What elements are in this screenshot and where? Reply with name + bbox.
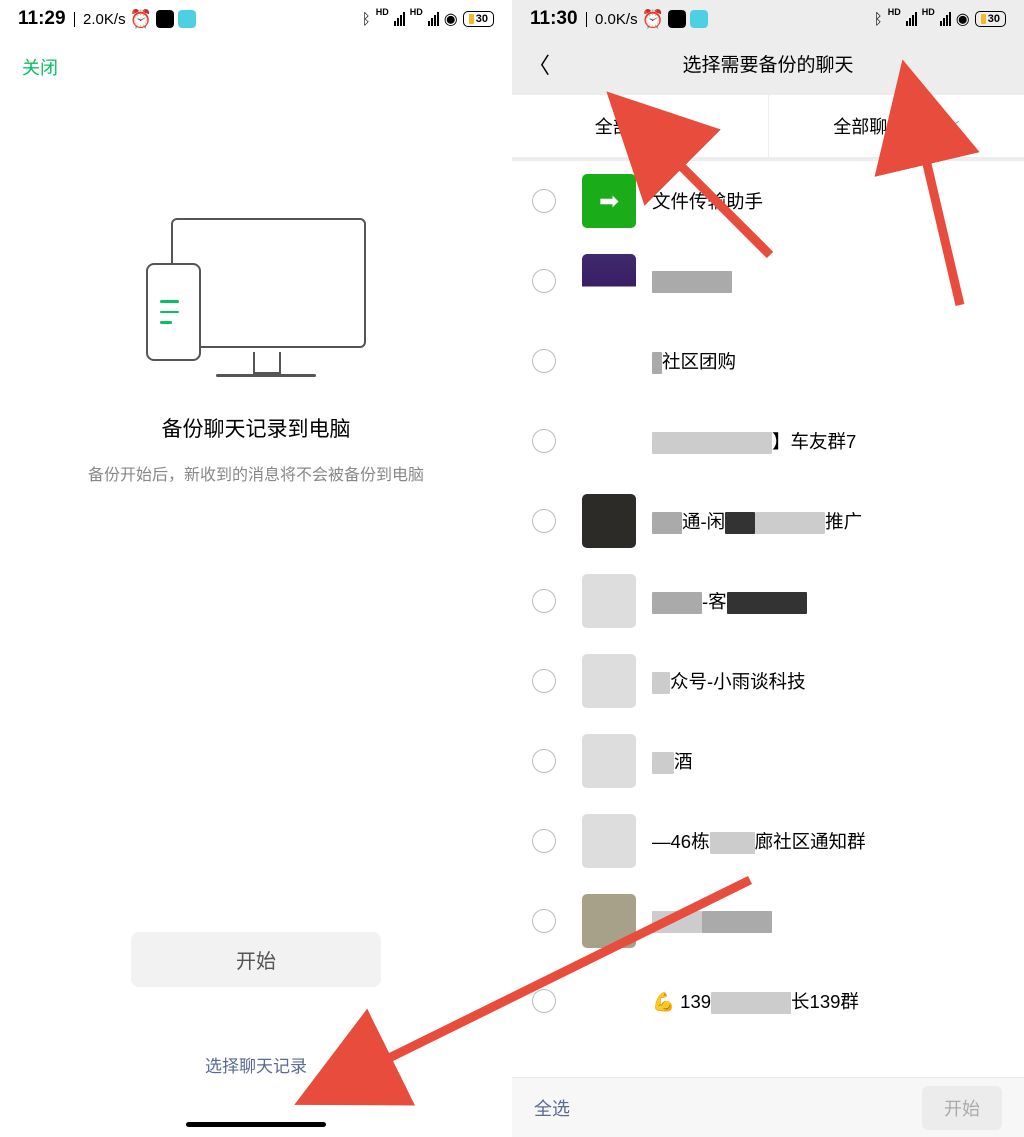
radio-unchecked[interactable] — [532, 189, 556, 213]
radio-unchecked[interactable] — [532, 749, 556, 773]
bottom-bar: 全选 开始 — [512, 1077, 1024, 1137]
radio-unchecked[interactable] — [532, 989, 556, 1013]
select-all-button[interactable]: 全选 — [534, 1095, 570, 1121]
chat-row[interactable]: 💪 139长139群 — [512, 961, 1024, 1041]
avatar — [582, 974, 636, 1028]
page-subtitle: 备份开始后，新收到的消息将不会被备份到电脑 — [0, 461, 512, 485]
radio-unchecked[interactable] — [532, 429, 556, 453]
chat-row[interactable] — [512, 241, 1024, 321]
chevron-down-icon: ﹀ — [947, 118, 959, 135]
chat-name: -客 — [652, 588, 1008, 614]
filter-bar: 全部时间﹀ 全部聊天记录﹀ — [512, 95, 1024, 157]
signal-icon-1 — [394, 12, 405, 26]
radio-unchecked[interactable] — [532, 909, 556, 933]
chat-name: 💪 139长139群 — [652, 988, 1008, 1014]
start-button[interactable]: 开始 — [131, 932, 381, 987]
wifi-icon: ◉ — [956, 9, 970, 29]
status-time: 11:30 — [530, 8, 578, 30]
screen-select-chats: 11:30 0.0K/s ⏰ ᛒ HD HD ◉ 30 〈 选择需要备份的聊天 … — [512, 0, 1024, 1137]
battery-icon: 30 — [975, 11, 1006, 27]
devices-illustration — [0, 218, 512, 373]
signal-icon-2 — [428, 12, 439, 26]
chat-row[interactable]: 社区团购 — [512, 321, 1024, 401]
chat-row[interactable]: ➡ 文件传输助手 — [512, 161, 1024, 241]
status-net: 2.0K/s — [83, 11, 126, 28]
chat-list[interactable]: ➡ 文件传输助手 社区团购 】车友群7 通-闲推广 — [512, 161, 1024, 1077]
avatar — [582, 414, 636, 468]
close-button[interactable]: 关闭 — [22, 58, 58, 78]
header: 〈 选择需要备份的聊天 — [512, 36, 1024, 95]
app-icon-2 — [178, 10, 196, 28]
avatar — [582, 814, 636, 868]
alarm-icon: ⏰ — [642, 9, 664, 30]
radio-unchecked[interactable] — [532, 349, 556, 373]
screen-backup: 11:29 2.0K/s ⏰ ᛒ HD HD ◉ 30 关闭 备份聊天记录到电脑… — [0, 0, 512, 1137]
chat-name: 社区团购 — [652, 348, 1008, 374]
chat-row[interactable] — [512, 881, 1024, 961]
chat-name: 酒 — [652, 748, 1008, 774]
chat-name: 】车友群7 — [652, 428, 1008, 454]
avatar — [582, 734, 636, 788]
avatar — [582, 654, 636, 708]
chat-row[interactable]: —46栋廊社区通知群 — [512, 801, 1024, 881]
chat-row[interactable]: 众号-小雨谈科技 — [512, 641, 1024, 721]
radio-unchecked[interactable] — [532, 509, 556, 533]
filter-time[interactable]: 全部时间﹀ — [512, 95, 768, 157]
status-bar: 11:29 2.0K/s ⏰ ᛒ HD HD ◉ 30 — [0, 0, 512, 36]
app-icon-1 — [668, 10, 686, 28]
signal-icon-1 — [906, 12, 917, 26]
status-net: 0.0K/s — [595, 11, 638, 28]
chat-name: —46栋廊社区通知群 — [652, 828, 1008, 854]
chat-row[interactable]: -客 — [512, 561, 1024, 641]
chevron-down-icon: ﹀ — [673, 118, 685, 135]
radio-unchecked[interactable] — [532, 269, 556, 293]
radio-unchecked[interactable] — [532, 669, 556, 693]
chat-name — [652, 909, 1008, 932]
page-title: 备份聊天记录到电脑 — [0, 413, 512, 443]
start-button[interactable]: 开始 — [922, 1086, 1002, 1130]
back-button[interactable]: 〈 — [528, 48, 550, 80]
header-title: 选择需要备份的聊天 — [682, 50, 853, 77]
avatar-file-transfer: ➡ — [582, 174, 636, 228]
status-bar: 11:30 0.0K/s ⏰ ᛒ HD HD ◉ 30 — [512, 0, 1024, 36]
bluetooth-icon: ᛒ — [874, 11, 883, 28]
filter-scope[interactable]: 全部聊天记录﹀ — [768, 95, 1024, 157]
app-icon-2 — [690, 10, 708, 28]
avatar — [582, 254, 636, 308]
chat-name: 文件传输助手 — [652, 188, 1008, 214]
wifi-icon: ◉ — [444, 9, 458, 29]
avatar — [582, 334, 636, 388]
status-time: 11:29 — [18, 8, 66, 30]
app-icon-1 — [156, 10, 174, 28]
alarm-icon: ⏰ — [130, 9, 152, 30]
signal-icon-2 — [940, 12, 951, 26]
select-chat-link[interactable]: 选择聊天记录 — [205, 1052, 307, 1077]
radio-unchecked[interactable] — [532, 829, 556, 853]
chat-name: 众号-小雨谈科技 — [652, 668, 1008, 694]
chat-row[interactable]: 通-闲推广 — [512, 481, 1024, 561]
battery-icon: 30 — [463, 11, 494, 27]
avatar — [582, 894, 636, 948]
chat-name: 通-闲推广 — [652, 508, 1008, 534]
radio-unchecked[interactable] — [532, 589, 556, 613]
chat-row[interactable]: 】车友群7 — [512, 401, 1024, 481]
bluetooth-icon: ᛒ — [362, 11, 371, 28]
avatar — [582, 574, 636, 628]
chat-row[interactable]: 酒 — [512, 721, 1024, 801]
home-indicator[interactable] — [186, 1122, 326, 1127]
chat-name — [652, 269, 1008, 292]
avatar — [582, 494, 636, 548]
